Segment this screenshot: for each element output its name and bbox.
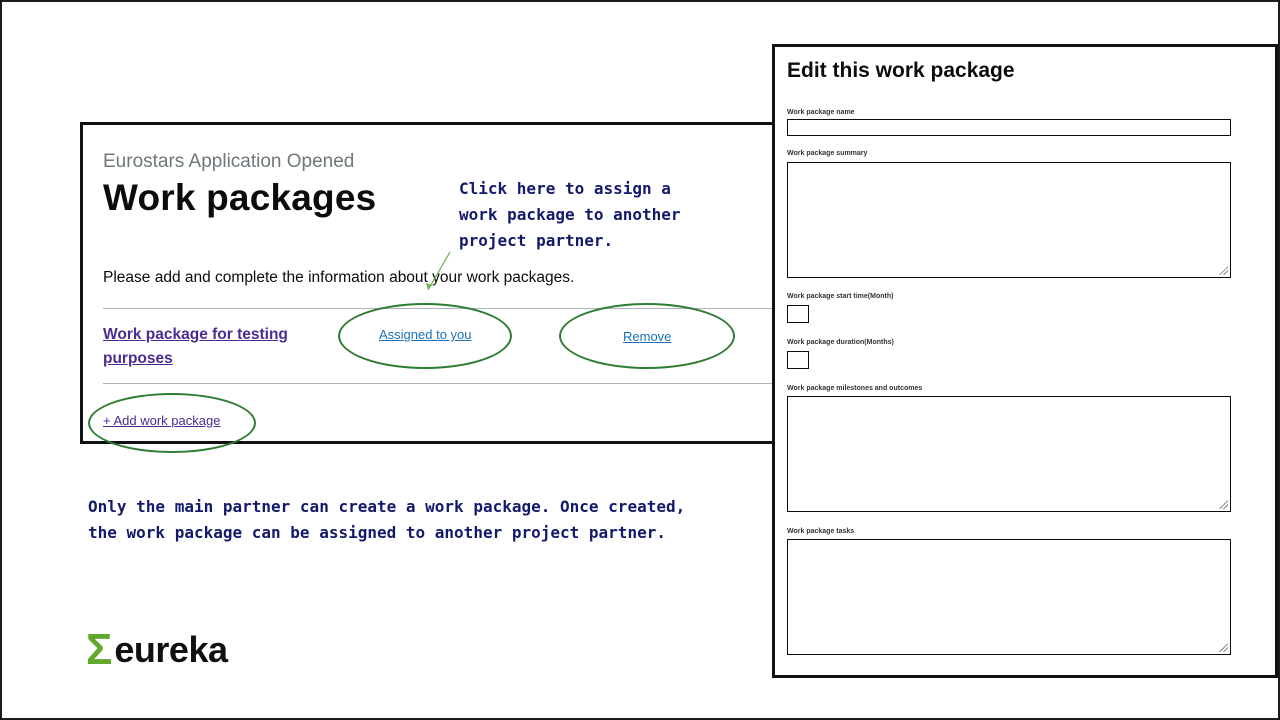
sigma-icon: Σ [86, 625, 113, 674]
intro-text: Please add and complete the information … [103, 269, 575, 286]
milestones-textarea[interactable] [787, 396, 1231, 512]
assign-hint-note: Click here to assign a work package to a… [459, 179, 681, 250]
duration-field[interactable] [787, 351, 809, 369]
milestones-label: Work package milestones and outcomes [787, 385, 923, 392]
add-work-package-link[interactable]: + Add work package [103, 413, 220, 428]
work-package-link[interactable]: Work package for testing purposes [103, 323, 313, 371]
assigned-to-you-link[interactable]: Assigned to you [379, 327, 472, 342]
summary-textarea[interactable] [787, 162, 1231, 278]
start-time-label: Work package start time(Month) [787, 293, 894, 300]
application-caption: Eurostars Application Opened [103, 151, 355, 172]
name-label: Work package name [787, 109, 855, 116]
resize-handle-icon[interactable] [1219, 500, 1228, 509]
logo-text: eureka [114, 629, 228, 670]
name-field[interactable] [787, 119, 1231, 136]
edit-form-title: Edit this work package [787, 59, 1015, 82]
resize-handle-icon[interactable] [1219, 643, 1228, 652]
divider [103, 383, 797, 384]
divider [103, 308, 797, 309]
remove-link[interactable]: Remove [623, 329, 671, 344]
work-packages-panel: Eurostars Application Opened Work packag… [80, 122, 800, 444]
tasks-textarea[interactable] [787, 539, 1231, 655]
resize-handle-icon[interactable] [1219, 266, 1228, 275]
start-time-field[interactable] [787, 305, 809, 323]
main-partner-note: Only the main partner can create a work … [88, 497, 686, 542]
duration-label: Work package duration(Months) [787, 339, 894, 346]
edit-work-package-panel: Edit this work package Work package name… [772, 44, 1278, 678]
summary-label: Work package summary [787, 150, 868, 157]
tasks-label: Work package tasks [787, 528, 855, 535]
eureka-logo: Σ eureka [86, 628, 228, 672]
page-title: Work packages [103, 177, 377, 218]
